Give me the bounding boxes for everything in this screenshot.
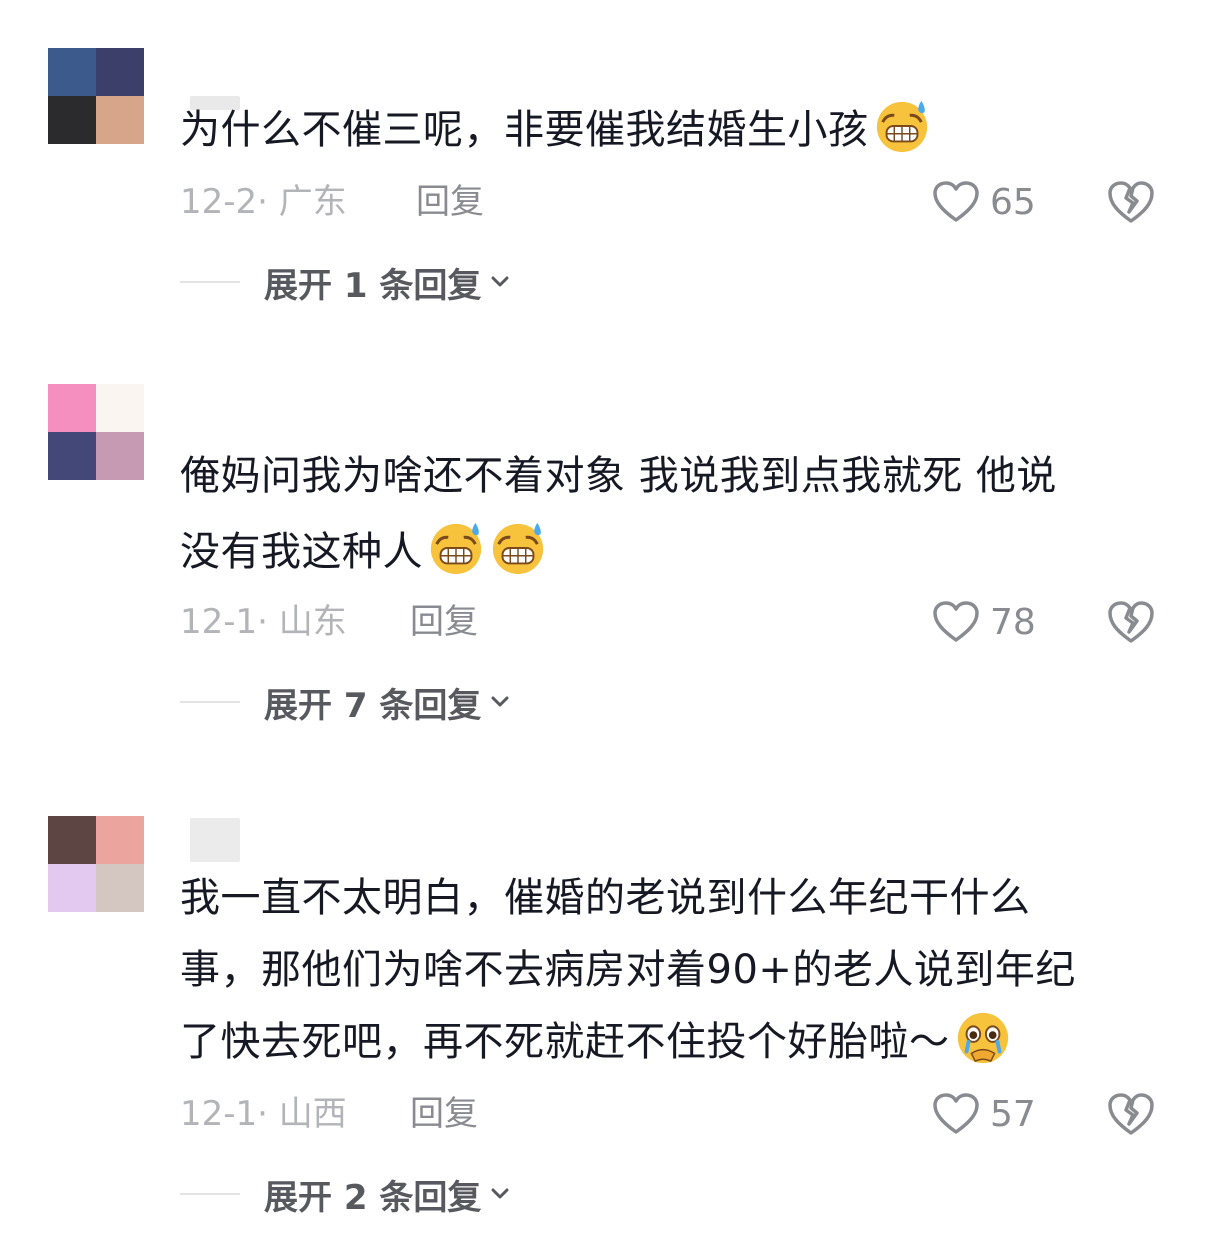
comment-text-content: 了快去死吧，再不死就赶不住投个好胎啦～: [180, 1019, 950, 1065]
heart-icon: [933, 1093, 979, 1134]
username-blurred[interactable]: [190, 818, 240, 862]
pleading-crying-emoji: [957, 1012, 1008, 1064]
like-button[interactable]: 57: [932, 1090, 1036, 1138]
comment-text-line: 了快去死吧，再不死就赶不住投个好胎啦～: [180, 1006, 1160, 1078]
comment-text-line: 事，那他们为啥不去病房对着90+的老人说到年纪: [180, 947, 1076, 993]
like-count: 57: [990, 1093, 1036, 1135]
comment-text: 我一直不太明白，催婚的老说到什么年纪干什么 事，那他们为啥不去病房对着90+的老…: [180, 862, 1160, 1078]
comment-item: 我一直不太明白，催婚的老说到什么年纪干什么 事，那他们为啥不去病房对着90+的老…: [0, 0, 1206, 1242]
expand-replies-label: 展开 2 条回复: [264, 1177, 482, 1218]
broken-heart-icon[interactable]: [1106, 1090, 1156, 1138]
expand-replies-button[interactable]: 展开 2 条回复: [180, 1170, 511, 1218]
comment-date-location: 12-1· 山西: [180, 1094, 347, 1134]
chevron-down-icon: [491, 1188, 509, 1199]
comment-text-line: 我一直不太明白，催婚的老说到什么年纪干什么: [180, 875, 1031, 921]
avatar[interactable]: [48, 816, 144, 912]
reply-button[interactable]: 回复: [410, 1094, 478, 1134]
divider: [180, 1193, 240, 1195]
